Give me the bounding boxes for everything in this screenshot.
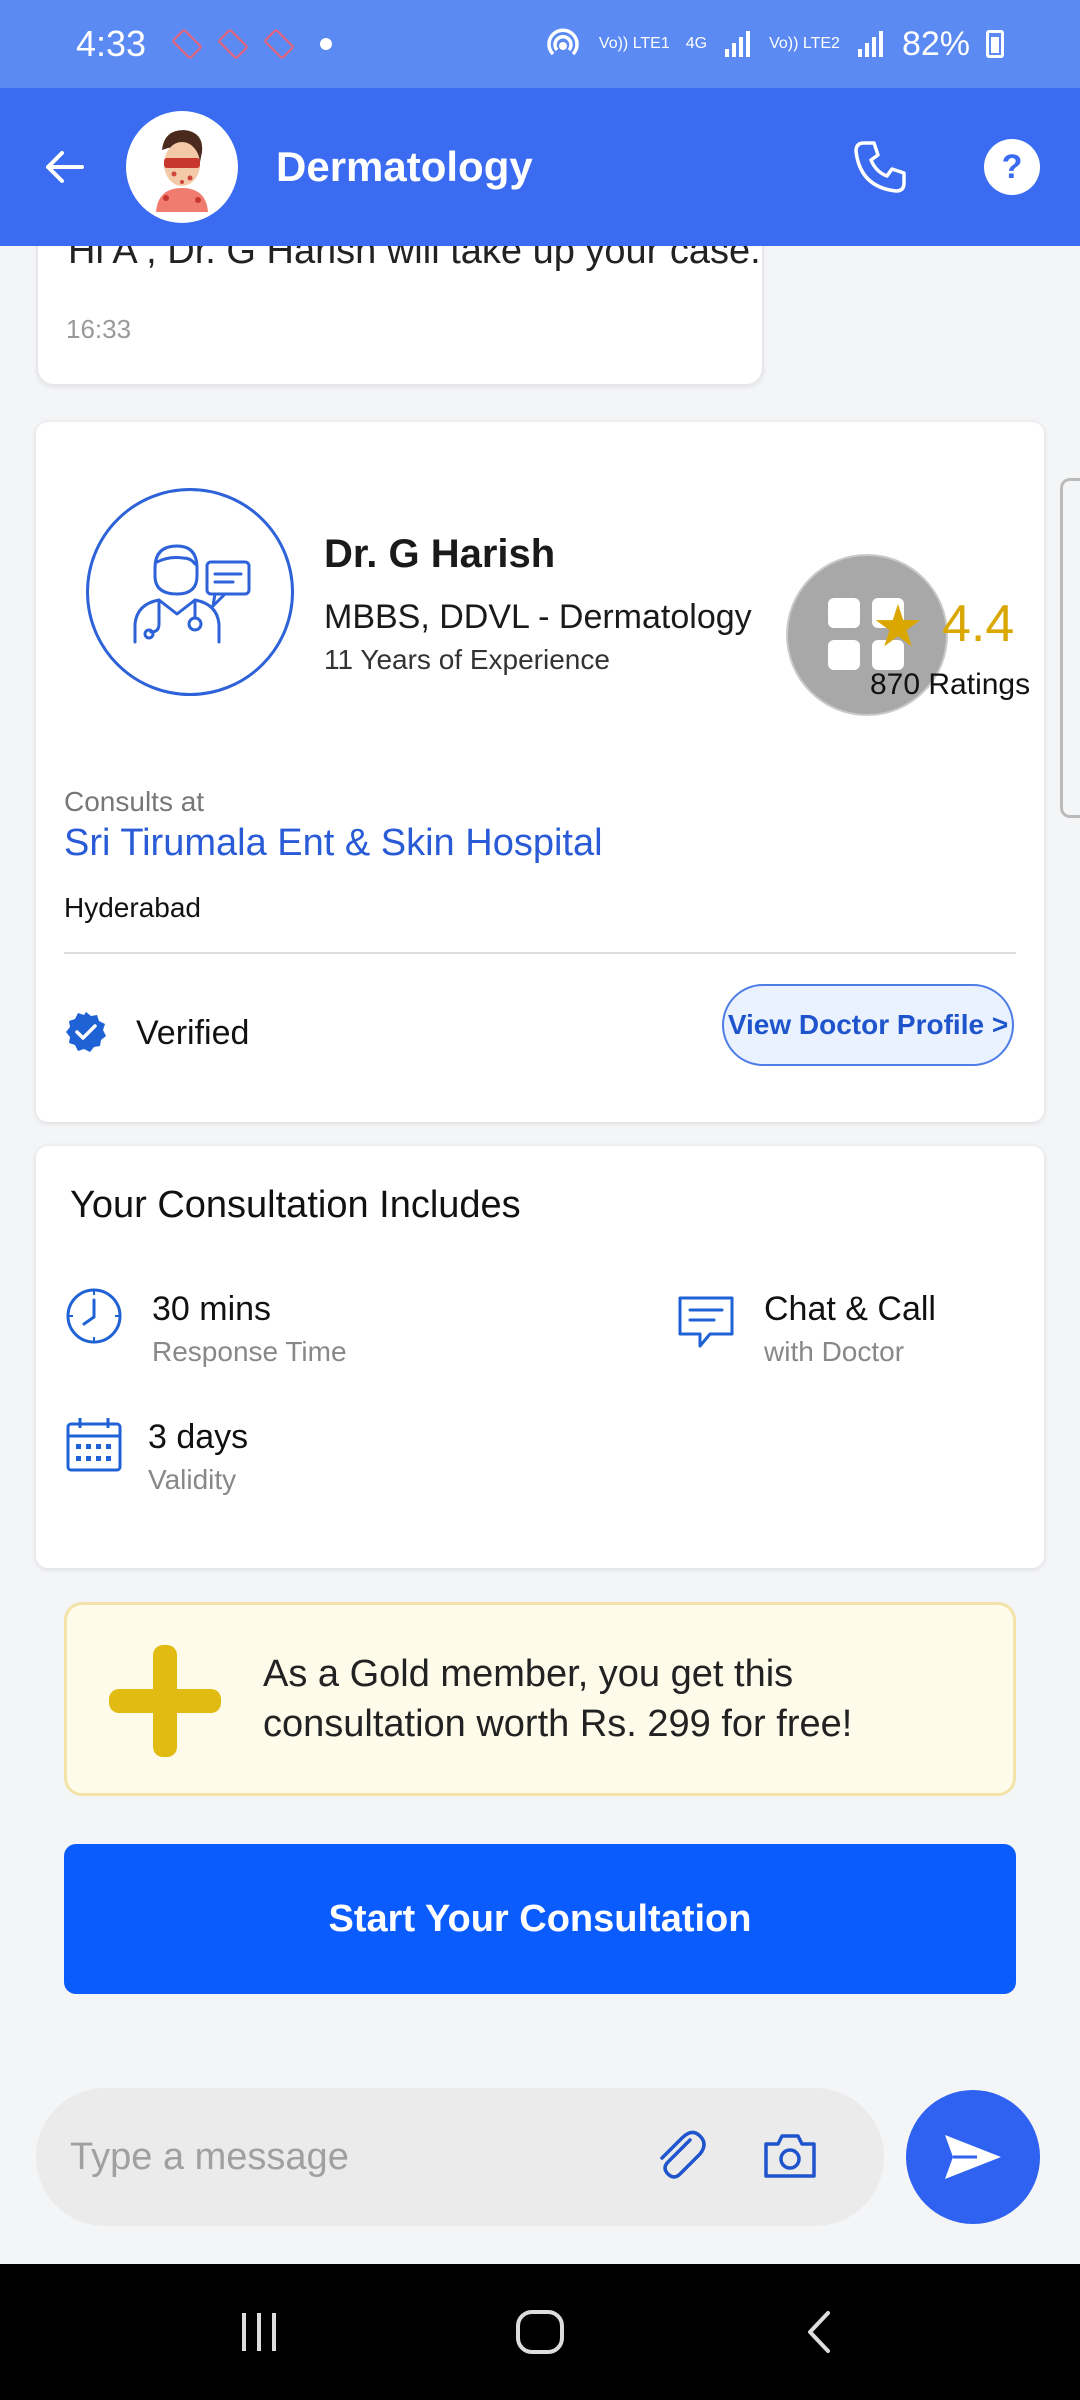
doctor-name: Dr. G Harish [324,532,556,576]
hospital-city: Hyderabad [64,892,201,923]
gold-member-text: As a Gold member, you get this consultat… [263,1653,853,1745]
sim1-label: Vo)) LTE1 [598,35,670,52]
home-icon[interactable] [512,2304,568,2360]
status-indicators: Vo)) LTE1 4G Vo)) LTE2 82% [543,24,1004,64]
help-icon[interactable]: ? [984,139,1040,195]
dermatology-face-icon [156,130,208,212]
clock-icon [66,1288,122,1344]
battery-percent: 82% [901,24,970,63]
network-type: 4G [685,35,708,52]
validity-value: 3 days [148,1418,249,1456]
notification-icon [217,28,249,60]
plus-icon [109,1645,221,1757]
chat-bubble-icon [678,1296,734,1348]
camera-icon[interactable] [760,2126,820,2186]
doctor-card: Dr. G Harish MBBS, DDVL - Dermatology 11… [36,422,1044,1122]
view-doctor-profile-button[interactable]: View Doctor Profile > [722,984,1014,1066]
battery-icon [986,30,1004,58]
verified-badge-icon [66,1012,106,1052]
page-title: Dermatology [276,143,533,190]
start-consultation-button[interactable]: Start Your Consultation [64,1844,1016,1994]
signal-icon [857,31,883,57]
doctor-avatar [86,488,294,696]
star-icon: ★ [872,594,924,659]
message-input[interactable] [70,2124,590,2190]
notification-icons [168,28,333,60]
verified-label: Verified [136,1014,250,1052]
hospital-name[interactable]: Sri Tirumala Ent & Skin Hospital [64,822,603,865]
sim2-label: Vo)) LTE2 [769,35,840,52]
nav-back-icon[interactable] [796,2307,846,2357]
calendar-icon [66,1418,122,1472]
doctor-chat-icon [133,544,251,644]
system-nav-bar [0,2264,1080,2400]
response-time-value: 30 mins [152,1290,272,1328]
chat-call-label: with Doctor [764,1336,905,1367]
notification-icon [171,28,203,60]
hotspot-icon [547,28,579,56]
includes-title: Your Consultation Includes [70,1184,521,1226]
send-button[interactable] [906,2090,1040,2224]
paperclip-icon[interactable] [650,2126,710,2186]
app-header: Dermatology ? [0,88,1080,246]
rating-value: 4.4 [942,595,1015,653]
gold-member-banner: As a Gold member, you get this consultat… [64,1602,1016,1796]
status-time: 4:33 [76,23,147,64]
notification-icon [263,28,295,60]
chat-message-time: 16:33 [66,314,132,344]
chat-call-value: Chat & Call [764,1290,936,1328]
recents-icon[interactable] [234,2307,284,2357]
back-button[interactable] [40,143,88,191]
validity-label: Validity [148,1464,237,1495]
status-bar: 4:33 Vo)) LTE1 4G Vo)) LTE2 82% [0,0,1080,88]
send-icon [945,2135,1001,2179]
message-composer [36,2088,884,2226]
more-notifications-dot [320,38,333,50]
doctor-qualification: MBBS, DDVL - Dermatology [324,598,752,636]
consults-at-label: Consults at [64,786,205,817]
phone-icon[interactable] [850,137,910,197]
header-actions: ? [850,137,1040,197]
scrollbar[interactable] [1060,478,1080,818]
signal-icon [725,31,751,57]
response-time-label: Response Time [152,1336,347,1367]
consultation-includes-card: Your Consultation Includes 30 mins Respo… [36,1146,1044,1568]
specialty-avatar [126,111,238,223]
back-arrow-icon [46,151,84,183]
divider [64,952,1016,954]
rating-count: 870 Ratings [870,668,1031,701]
doctor-experience: 11 Years of Experience [324,644,610,675]
